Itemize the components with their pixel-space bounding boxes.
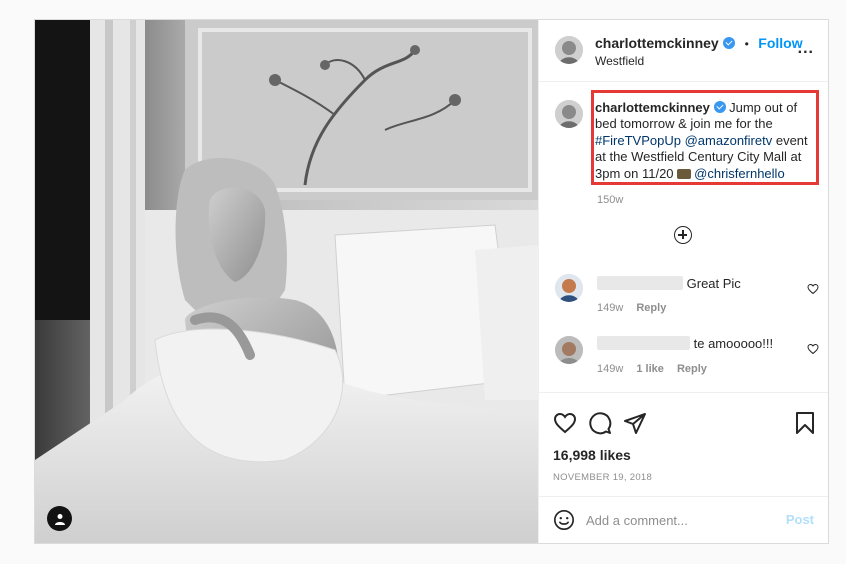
save-bookmark-icon[interactable] <box>794 411 816 435</box>
comment-2-time[interactable]: 149w <box>597 363 623 375</box>
header-separator: • <box>744 37 749 51</box>
comment-1-like-heart-icon[interactable] <box>807 283 819 295</box>
comment-1-reply-button[interactable]: Reply <box>636 302 666 314</box>
post-date[interactable]: NOVEMBER 19, 2018 <box>553 472 652 483</box>
add-comment-input[interactable] <box>586 510 766 530</box>
comment-2: te amooooo!!! <box>597 336 773 351</box>
share-paper-plane-icon[interactable] <box>623 411 647 435</box>
avatar[interactable] <box>555 36 583 64</box>
comment-bubble-icon[interactable] <box>588 411 612 435</box>
caption-timestamp[interactable]: 150w <box>597 194 623 206</box>
comment-2-text: te amooooo!!! <box>693 336 774 351</box>
post-side-panel: charlottemckinney • Follow Westfield ...… <box>538 20 828 543</box>
user-tag-icon[interactable] <box>47 506 72 531</box>
comment-2-reply-button[interactable]: Reply <box>677 363 707 375</box>
comment-2-meta: 149w 1 like Reply <box>597 363 707 375</box>
caption-mention-1[interactable]: @amazonfiretv <box>685 133 773 148</box>
caption-mention-2[interactable]: @chrisfernhello <box>694 166 785 181</box>
caption-username[interactable]: charlottemckinney <box>595 100 710 115</box>
verified-badge-icon <box>713 101 726 113</box>
more-options-icon[interactable]: ... <box>798 40 814 58</box>
post-comment-button[interactable]: Post <box>786 512 814 527</box>
comment-2-likes[interactable]: 1 like <box>636 363 664 375</box>
camera-emoji-icon <box>677 168 692 179</box>
comment-avatar[interactable] <box>555 274 583 302</box>
header-user-line: charlottemckinney • Follow <box>595 35 803 53</box>
caption-avatar[interactable] <box>555 100 583 128</box>
comment-1-time[interactable]: 149w <box>597 302 623 314</box>
comment-avatar[interactable] <box>555 336 583 364</box>
post-photo-image <box>35 20 538 543</box>
header-username[interactable]: charlottemckinney <box>595 35 719 51</box>
post-photo[interactable] <box>35 20 538 543</box>
load-more-comments-icon[interactable] <box>674 226 692 244</box>
like-count[interactable]: 16,998 likes <box>553 447 631 463</box>
post-actions: 16,998 likes NOVEMBER 19, 2018 <box>539 392 828 496</box>
post-card: charlottemckinney • Follow Westfield ...… <box>34 19 829 544</box>
follow-button[interactable]: Follow <box>758 35 802 51</box>
emoji-smiley-icon[interactable] <box>553 509 575 531</box>
comment-2-like-heart-icon[interactable] <box>807 343 819 355</box>
caption-text: charlottemckinney Jump out of bed tomorr… <box>595 100 817 182</box>
like-heart-icon[interactable] <box>553 411 577 435</box>
comment-2-username-redacted <box>597 336 690 350</box>
comment-1-username-redacted <box>597 276 683 290</box>
comment-1: Great Pic <box>597 276 741 291</box>
comment-1-text: Great Pic <box>686 276 741 291</box>
header-location[interactable]: Westfield <box>595 54 644 68</box>
add-comment-bar: Post <box>539 496 828 543</box>
post-header: charlottemckinney • Follow Westfield ... <box>539 20 828 82</box>
comment-1-meta: 149w Reply <box>597 302 666 314</box>
verified-badge-icon <box>723 37 736 49</box>
caption-hashtag[interactable]: #FireTVPopUp <box>595 133 681 148</box>
